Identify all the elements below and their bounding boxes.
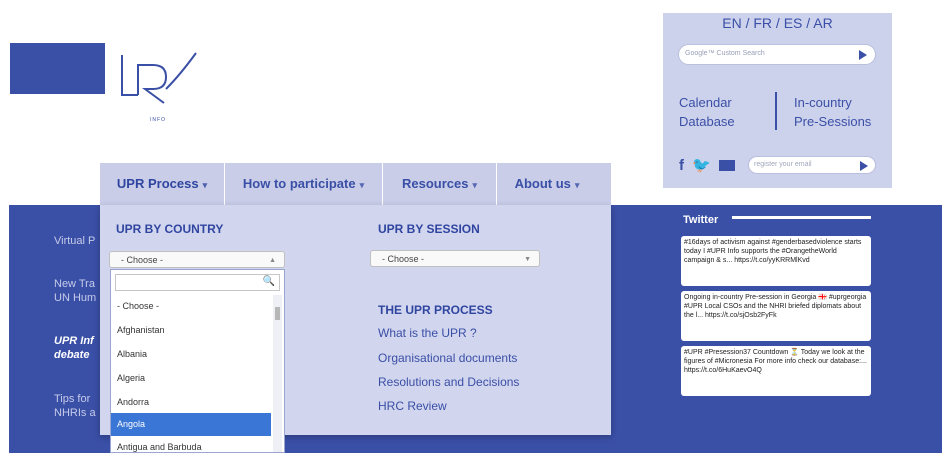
- country-option-selected[interactable]: Angola: [111, 413, 271, 436]
- country-option[interactable]: Andorra: [111, 391, 271, 414]
- nav-label: How to participate: [242, 176, 356, 191]
- mail-icon[interactable]: [719, 160, 736, 171]
- twitter-icon[interactable]: 🐦: [692, 157, 711, 174]
- tweet-text: Ongoing in-country Pre-session in Georgi…: [684, 294, 867, 319]
- header-tools-panel: EN / FR / ES / AR Google™ Custom Search …: [663, 13, 892, 188]
- presessions-link[interactable]: Pre-Sessions: [794, 112, 871, 131]
- org-documents-link[interactable]: Organisational documents: [378, 351, 517, 365]
- register-email-input[interactable]: register your email: [748, 156, 876, 174]
- process-heading: THE UPR PROCESS: [378, 303, 493, 317]
- calendar-link[interactable]: Calendar: [679, 93, 735, 112]
- bg-snippet[interactable]: Virtual P: [54, 235, 95, 247]
- country-options-list: 🔍 - Choose - Afghanistan Albania Algeria…: [110, 269, 285, 453]
- tweet[interactable]: #16days of activism against #genderbased…: [681, 236, 871, 286]
- right-links: In-country Pre-Sessions: [794, 93, 871, 131]
- country-option[interactable]: - Choose -: [111, 295, 271, 318]
- country-option[interactable]: Afghanistan: [111, 319, 271, 342]
- tweet[interactable]: #UPR #Presession37 Countdown ⏳ Today we …: [681, 346, 871, 396]
- by-session-heading: UPR BY SESSION: [378, 222, 480, 236]
- logo-block[interactable]: [10, 43, 105, 94]
- chevron-down-icon: ▾: [472, 180, 477, 190]
- resolutions-link[interactable]: Resolutions and Decisions: [378, 375, 519, 389]
- logo-sub-text: INFO: [150, 117, 166, 123]
- nav-resources[interactable]: Resources ▾: [383, 163, 496, 205]
- session-select[interactable]: - Choose - ▼: [370, 250, 540, 267]
- bg-snippet[interactable]: Tips for: [54, 393, 90, 405]
- country-option[interactable]: Albania: [111, 343, 271, 366]
- nav-label: About us: [514, 176, 571, 191]
- main-nav: UPR Process ▾ How to participate ▾ Resourc…: [100, 163, 611, 205]
- search-brand-label: Google™ Custom Search: [685, 50, 765, 57]
- country-option[interactable]: Antigua and Barbuda: [111, 436, 271, 459]
- bg-snippet[interactable]: UN Hum: [54, 292, 96, 304]
- incountry-link[interactable]: In-country: [794, 93, 871, 112]
- nav-label: Resources: [401, 176, 469, 191]
- list-scrollbar[interactable]: [273, 295, 282, 452]
- nav-about-us[interactable]: About us ▾: [497, 163, 597, 205]
- facebook-icon[interactable]: f: [679, 157, 684, 174]
- country-filter-input[interactable]: 🔍: [115, 274, 280, 291]
- chevron-down-icon: ▾: [574, 180, 580, 190]
- site-search-input[interactable]: Google™ Custom Search: [678, 44, 876, 65]
- left-links: Calendar Database: [679, 93, 735, 131]
- nav-label: UPR Process: [116, 176, 199, 191]
- scroll-thumb[interactable]: [275, 307, 280, 320]
- register-placeholder: register your email: [754, 161, 812, 168]
- lang-es[interactable]: ES: [784, 15, 803, 31]
- tweet-text: #UPR #Presession37 Countdown ⏳ Today we …: [684, 349, 867, 374]
- search-icon: 🔍: [262, 276, 275, 287]
- language-switcher: EN / FR / ES / AR: [722, 15, 833, 31]
- country-select-value: - Choose -: [121, 255, 164, 265]
- what-is-upr-link[interactable]: What is the UPR ?: [378, 326, 477, 340]
- session-select-value: - Choose -: [382, 254, 425, 264]
- lang-ar[interactable]: AR: [813, 15, 832, 31]
- tweet[interactable]: Ongoing in-country Pre-session in Georgi…: [681, 291, 871, 341]
- lang-en[interactable]: EN: [722, 15, 741, 31]
- country-option[interactable]: Algeria: [111, 367, 271, 390]
- bg-snippet[interactable]: debate: [54, 349, 89, 361]
- tweet-text: #16days of activism against #genderbased…: [684, 239, 862, 264]
- social-links: f 🐦: [679, 156, 739, 174]
- database-link[interactable]: Database: [679, 112, 735, 131]
- link-divider: [775, 92, 777, 130]
- bg-snippet[interactable]: UPR Inf: [54, 335, 94, 347]
- chevron-down-icon: ▾: [359, 180, 365, 190]
- bg-snippet[interactable]: New Tra: [54, 278, 95, 290]
- twitter-rule: [732, 216, 871, 219]
- search-go-icon[interactable]: [859, 50, 867, 60]
- nav-how-to-participate[interactable]: How to participate ▾: [225, 163, 382, 205]
- chevron-down-icon: ▾: [202, 180, 208, 190]
- twitter-heading: Twitter: [683, 214, 719, 226]
- hrc-review-link[interactable]: HRC Review: [378, 399, 447, 413]
- register-go-icon[interactable]: [860, 161, 868, 171]
- lang-fr[interactable]: FR: [753, 15, 772, 31]
- caret-up-icon: ▲: [269, 257, 276, 264]
- by-country-heading: UPR BY COUNTRY: [116, 222, 224, 236]
- bg-snippet[interactable]: NHRIs a: [54, 407, 96, 419]
- upr-logo[interactable]: [118, 43, 213, 109]
- country-select[interactable]: - Choose - ▲: [109, 251, 285, 268]
- caret-down-icon: ▼: [524, 256, 531, 263]
- nav-upr-process[interactable]: UPR Process ▾: [100, 163, 224, 205]
